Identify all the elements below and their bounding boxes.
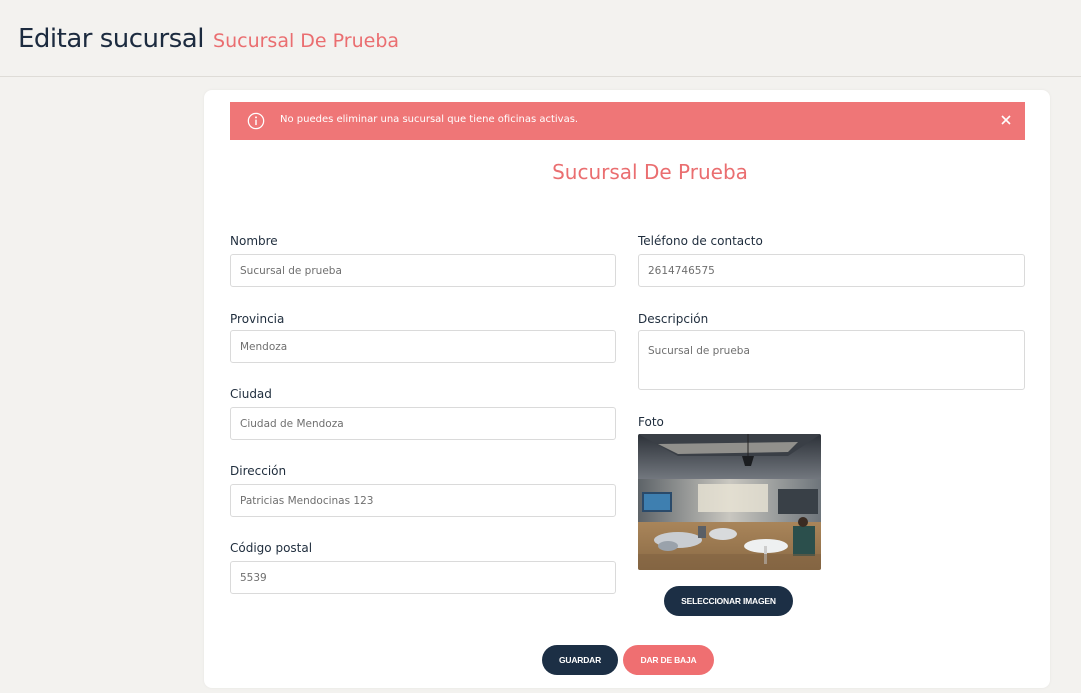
page-header: Editar sucursal Sucursal De Prueba [0,0,1081,77]
nombre-label: Nombre [230,234,278,248]
direccion-input[interactable]: Patricias Mendocinas 123 [230,484,616,517]
select-image-button[interactable]: SELECCIONAR IMAGEN [664,586,793,616]
page-title-main: Editar sucursal [18,24,204,54]
form-heading: Sucursal De Prueba [552,160,748,184]
close-icon[interactable] [999,113,1013,127]
codigo-postal-label: Código postal [230,541,313,555]
telefono-label: Teléfono de contacto [638,234,763,248]
ciudad-input[interactable]: Ciudad de Mendoza [230,407,616,440]
provincia-input[interactable]: Mendoza [230,330,616,363]
nombre-input[interactable]: Sucursal de prueba [230,254,616,287]
ciudad-label: Ciudad [230,387,272,401]
descripcion-textarea[interactable]: Sucursal de prueba [638,330,1025,390]
telefono-input[interactable]: 2614746575 [638,254,1025,287]
foto-label: Foto [638,415,664,429]
page-title: Editar sucursal Sucursal De Prueba [18,24,399,54]
deactivate-button[interactable]: DAR DE BAJA [623,645,714,675]
page-title-branch-name: Sucursal De Prueba [213,30,400,52]
branch-photo [638,434,821,570]
alert-message: No puedes eliminar una sucursal que tien… [280,114,579,125]
save-button[interactable]: GUARDAR [542,645,618,675]
info-icon [247,112,265,130]
direccion-label: Dirección [230,464,287,478]
branch-form-card: No puedes eliminar una sucursal que tien… [204,90,1050,688]
provincia-label: Provincia [230,312,285,326]
codigo-postal-input[interactable]: 5539 [230,561,616,594]
descripcion-label: Descripción [638,312,709,326]
error-alert: No puedes eliminar una sucursal que tien… [230,102,1025,140]
office-photo-image [638,434,821,570]
